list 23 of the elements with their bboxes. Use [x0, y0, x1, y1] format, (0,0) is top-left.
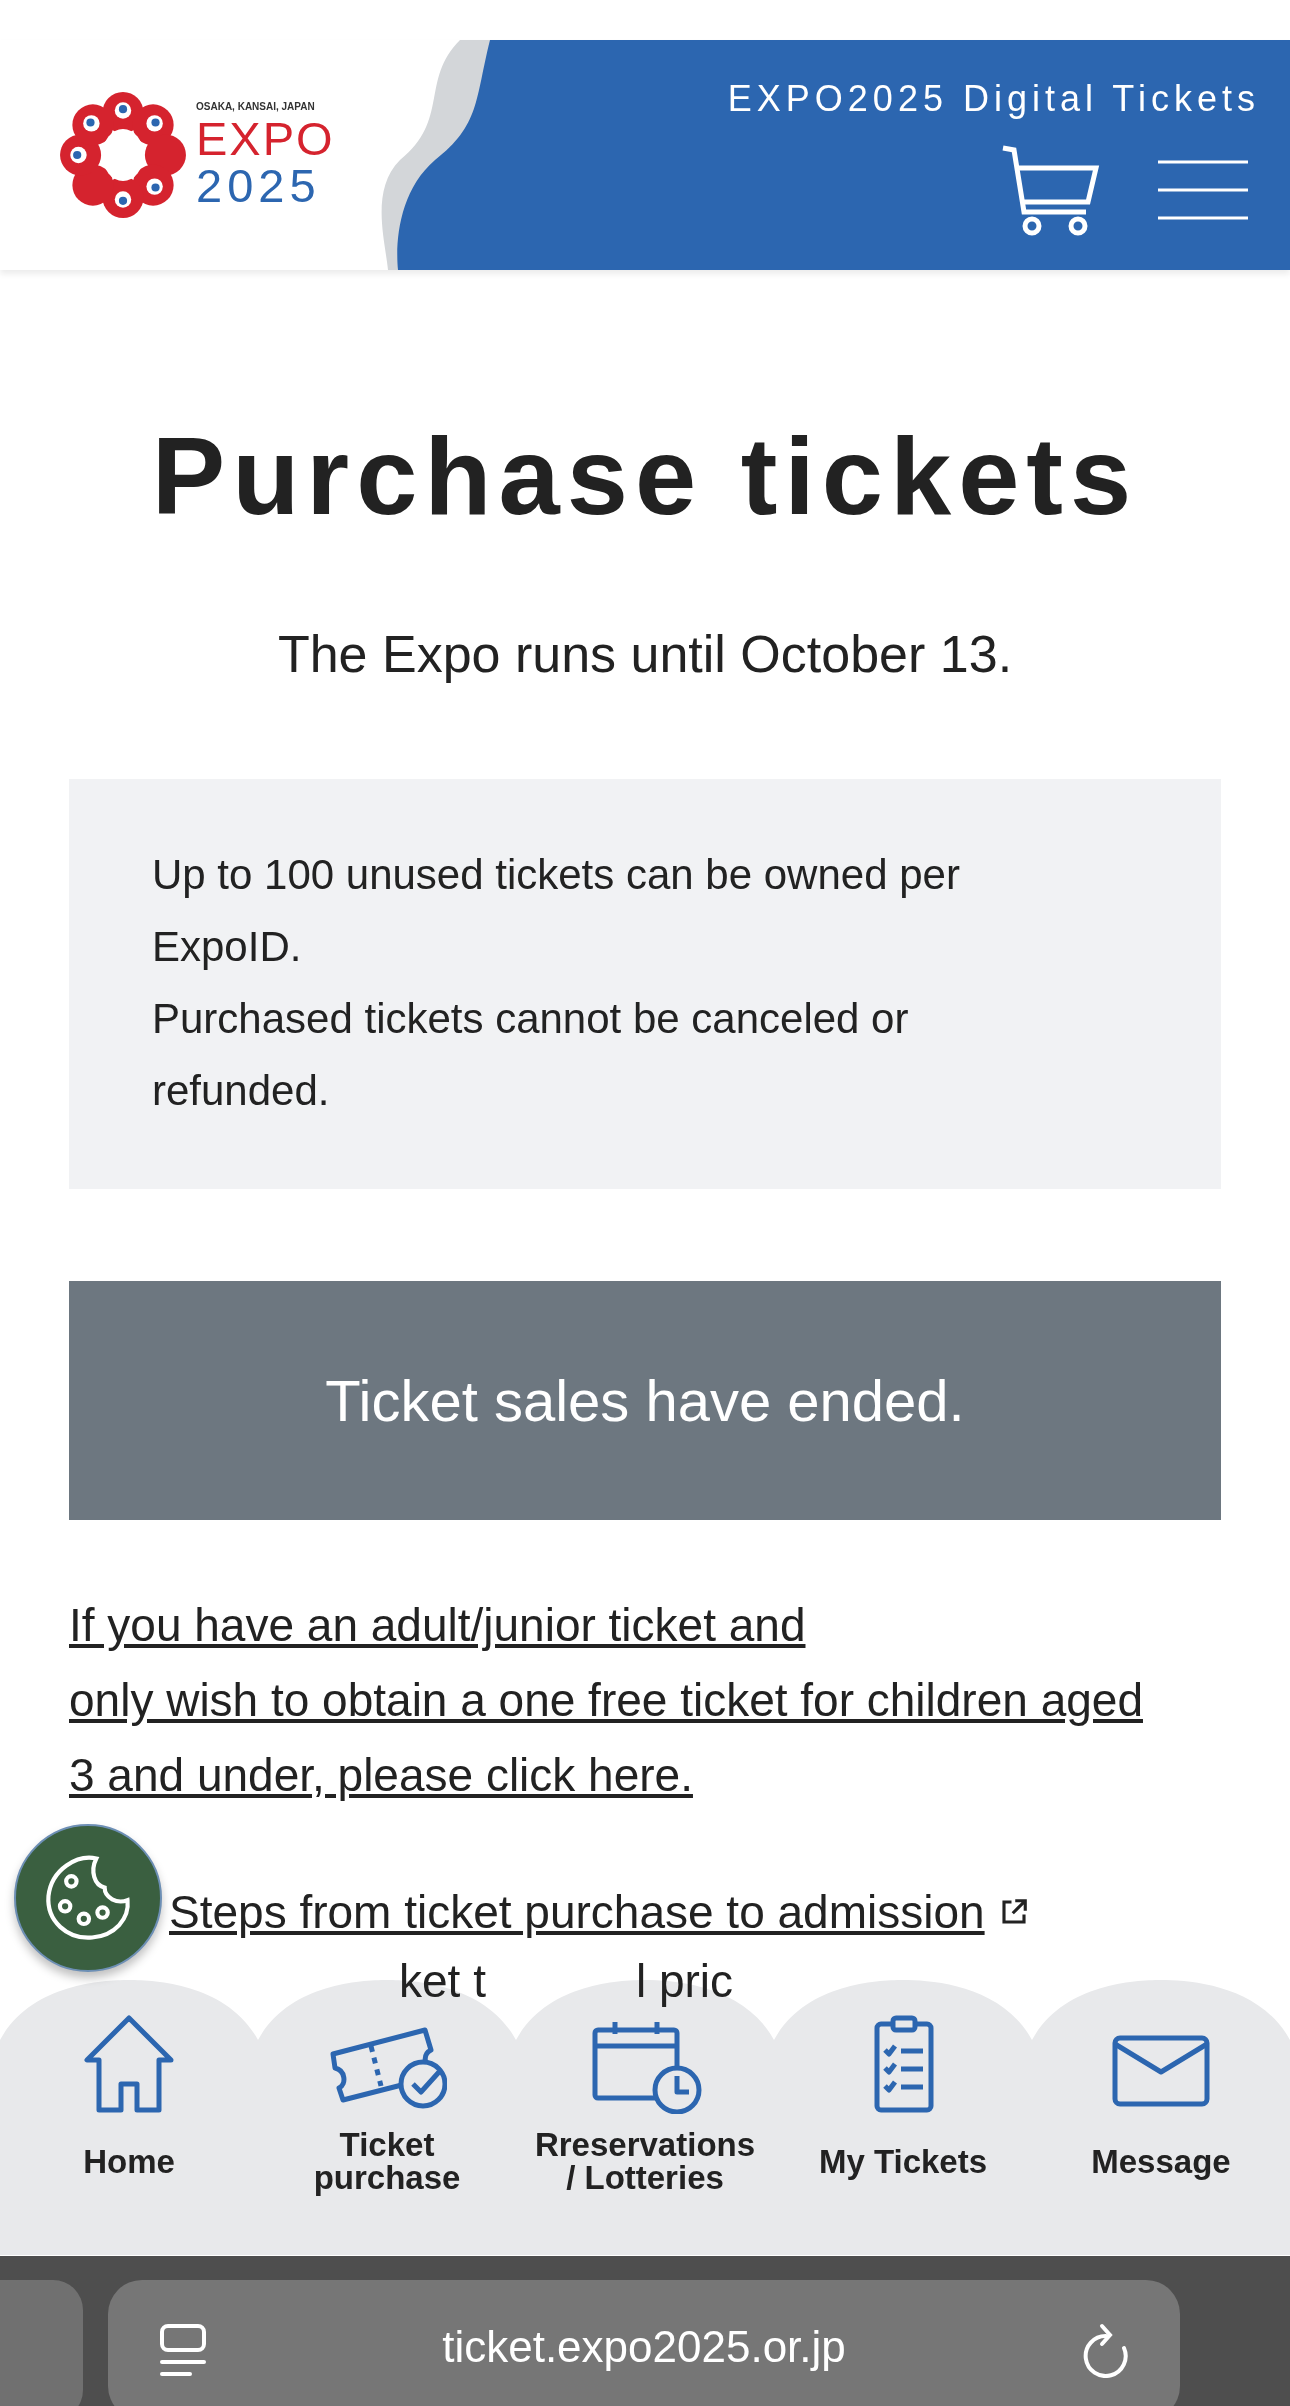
url-text: ticket.expo2025.or.jp — [441, 2322, 847, 2372]
menu-icon[interactable] — [1158, 160, 1248, 220]
logo-word: EXPO — [196, 114, 335, 162]
page-subtitle: The Expo runs until October 13. — [276, 624, 1014, 684]
cart-icon[interactable] — [1000, 144, 1100, 236]
logo-year: 2025 — [196, 161, 322, 209]
nav-item[interactable]: My Tickets — [774, 2014, 1032, 2255]
nav-item[interactable]: Rreservations / Lotteries — [516, 2014, 774, 2255]
notice-text: Purchased tickets cannot be canceled or refunded. — [152, 994, 910, 1116]
steps-link[interactable]: Steps from ticket purchase to admission — [169, 1885, 985, 1939]
reader-icon — [158, 2322, 208, 2378]
link-fragment[interactable]: ket t — [399, 1959, 486, 2003]
cookie-settings-button[interactable] — [14, 1824, 162, 1972]
page-title: Purchase tickets — [150, 415, 1140, 536]
child-ticket-link[interactable]: If you have an adult/junior ticket and only wish to obtain a one free ticket for children aged 3 and under, please click here. — [69, 1588, 1221, 1813]
banner-text: Ticket sales have ended. — [325, 1367, 965, 1434]
address-bar[interactable]: ticket.expo2025.or.jp — [108, 2280, 1180, 2406]
logo-tagline: OSAKA, KANSAI, JAPAN — [196, 101, 316, 112]
nav-item[interactable]: Message — [1032, 2014, 1290, 2255]
notice-text: Up to 100 unused tickets can be owned per ExpoID. — [152, 850, 961, 972]
nav-item[interactable]: Home — [0, 2014, 258, 2255]
site-title: EXPO2025 Digital Tickets — [727, 78, 1260, 120]
nav-item[interactable]: Ticket purchase — [258, 2014, 516, 2255]
